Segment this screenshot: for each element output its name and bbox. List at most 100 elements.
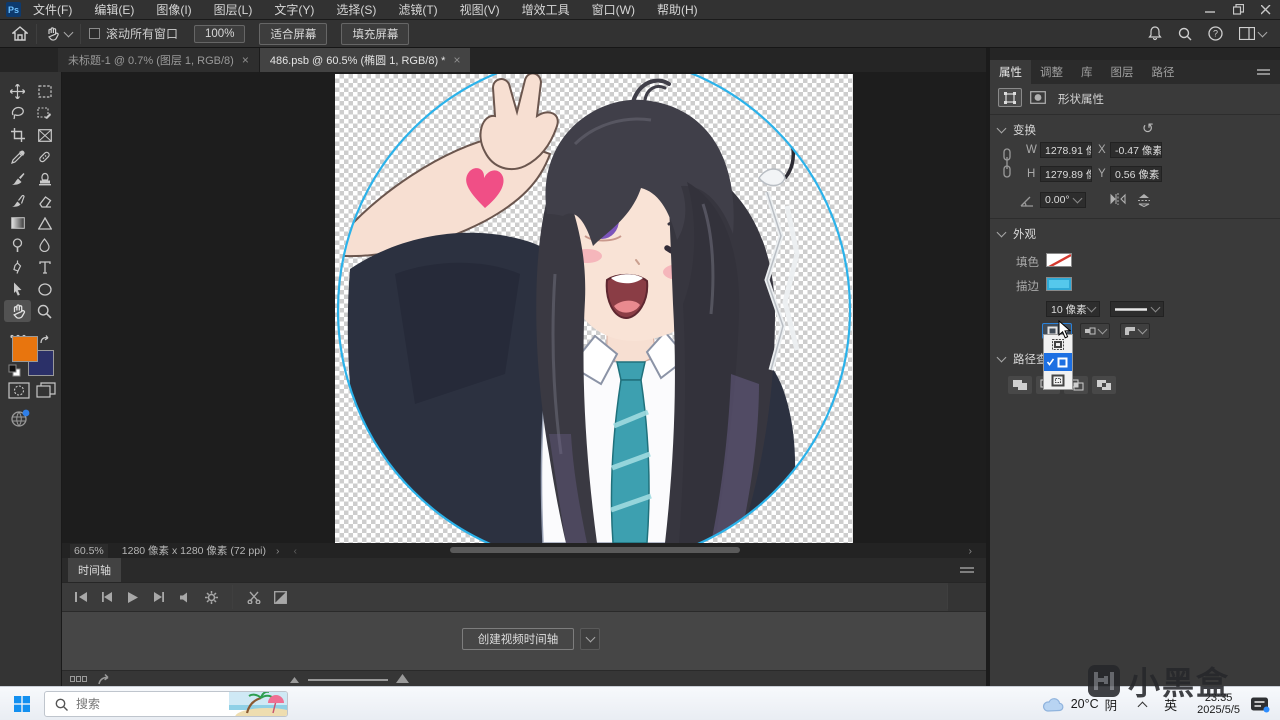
- flip-vertical-icon[interactable]: [1136, 192, 1152, 207]
- tab-adjustments[interactable]: 调整: [1031, 60, 1072, 84]
- link-dimensions-icon[interactable]: [1002, 148, 1012, 178]
- flip-horizontal-icon[interactable]: [1110, 192, 1126, 206]
- home-icon[interactable]: [12, 26, 28, 41]
- quick-mask-icon[interactable]: [8, 382, 30, 399]
- weather-cloud-icon[interactable]: [1041, 696, 1065, 713]
- menu-filter[interactable]: 滤镜(T): [398, 1, 437, 18]
- stroke-corners-dropdown[interactable]: [1120, 323, 1150, 339]
- search-input[interactable]: [74, 696, 229, 712]
- stroke-align-center-option[interactable]: [1044, 353, 1072, 371]
- fill-screen-button[interactable]: 填充屏幕: [341, 22, 410, 45]
- menu-select[interactable]: 选择(S): [336, 1, 376, 18]
- minimize-icon[interactable]: [1196, 0, 1224, 20]
- object-selection-tool[interactable]: [31, 102, 58, 124]
- shape-properties-toggle-icon[interactable]: [998, 88, 1022, 107]
- taskbar-search-box[interactable]: [44, 691, 288, 717]
- stroke-color-swatch[interactable]: [1046, 277, 1072, 291]
- smudge-tool[interactable]: [31, 234, 58, 256]
- menu-plugins[interactable]: 增效工具: [522, 1, 570, 18]
- gradient-tool[interactable]: [4, 212, 31, 234]
- healing-brush-tool[interactable]: [31, 146, 58, 168]
- mask-properties-toggle-icon[interactable]: [1026, 88, 1050, 107]
- close-tab-icon[interactable]: ×: [453, 53, 460, 67]
- swap-colors-icon[interactable]: [38, 334, 52, 348]
- screen-mode-icon[interactable]: [36, 382, 56, 399]
- canvas-pasteboard[interactable]: 60.5% 1280 像素 x 1280 像素 (72 ppi) › ‹ ›: [62, 72, 986, 558]
- default-colors-icon[interactable]: [8, 364, 21, 377]
- zoom-level-field[interactable]: 60.5%: [70, 543, 108, 558]
- transition-icon[interactable]: [267, 586, 293, 608]
- height-field[interactable]: 1279.89 像: [1040, 166, 1092, 182]
- y-field[interactable]: 0.56 像素: [1110, 166, 1162, 182]
- panel-menu-icon[interactable]: [1257, 68, 1270, 76]
- notifications-bell-icon[interactable]: [1148, 26, 1162, 41]
- scroll-right-arrow-icon[interactable]: ›: [969, 545, 973, 557]
- share-live-icon[interactable]: [10, 408, 32, 428]
- create-timeline-dropdown-icon[interactable]: [580, 628, 600, 650]
- menu-type[interactable]: 文字(Y): [274, 1, 314, 18]
- ellipse-shape-tool[interactable]: [31, 278, 58, 300]
- weather-condition[interactable]: 阴: [1105, 695, 1118, 714]
- fill-color-swatch-none[interactable]: [1046, 253, 1072, 267]
- ime-language-indicator[interactable]: 英: [1164, 695, 1177, 714]
- eyedropper-tool[interactable]: [4, 146, 31, 168]
- timeline-tab[interactable]: 时间轴: [68, 558, 121, 582]
- pathfinder-combine-icon[interactable]: [1008, 376, 1032, 394]
- fit-screen-button[interactable]: 适合屏幕: [259, 22, 328, 45]
- tab-paths[interactable]: 路径: [1143, 60, 1184, 84]
- restore-icon[interactable]: [1224, 0, 1252, 20]
- timeline-zoom-in-icon[interactable]: [396, 674, 409, 683]
- menu-edit[interactable]: 编辑(E): [94, 1, 134, 18]
- document-tab-untitled[interactable]: 未标题-1 @ 0.7% (图层 1, RGB/8) ×: [58, 48, 260, 72]
- clone-stamp-tool[interactable]: [31, 168, 58, 190]
- close-icon[interactable]: [1252, 0, 1280, 20]
- hand-tool[interactable]: [4, 300, 31, 322]
- help-icon[interactable]: ?: [1208, 26, 1223, 41]
- lasso-tool[interactable]: [4, 102, 31, 124]
- reset-transform-icon[interactable]: ↺: [1142, 120, 1154, 137]
- status-options-chevron-icon[interactable]: ›: [276, 545, 280, 557]
- type-tool[interactable]: [31, 256, 58, 278]
- shape-triangle-tool[interactable]: [31, 212, 58, 234]
- menu-image[interactable]: 图像(I): [156, 1, 191, 18]
- x-field[interactable]: -0.47 像素: [1110, 142, 1162, 158]
- menu-window[interactable]: 窗口(W): [592, 1, 635, 18]
- first-frame-icon[interactable]: [68, 586, 94, 608]
- width-field[interactable]: 1278.91 像: [1040, 142, 1092, 158]
- move-tool[interactable]: [4, 80, 31, 102]
- dodge-tool[interactable]: [4, 234, 31, 256]
- play-icon[interactable]: [120, 586, 146, 608]
- stroke-style-dropdown[interactable]: [1110, 301, 1164, 317]
- stroke-width-field[interactable]: 10 像素: [1046, 301, 1100, 317]
- horizontal-scrollbar-thumb[interactable]: [450, 547, 740, 553]
- weather-temp[interactable]: 20°C: [1071, 697, 1099, 711]
- stroke-caps-dropdown[interactable]: [1080, 323, 1110, 339]
- path-selection-tool[interactable]: [4, 278, 31, 300]
- close-tab-icon[interactable]: ×: [242, 53, 249, 67]
- pathfinder-exclude-icon[interactable]: [1092, 376, 1116, 394]
- zoom-tool[interactable]: [31, 300, 58, 322]
- tab-properties[interactable]: 属性: [990, 60, 1031, 84]
- brush-tool[interactable]: [4, 168, 31, 190]
- marquee-tool[interactable]: [31, 80, 58, 102]
- search-highlight-beach-image[interactable]: [229, 691, 287, 717]
- angle-field[interactable]: 0.00°: [1040, 192, 1086, 208]
- document-tab-486psb[interactable]: 486.psb @ 60.5% (椭圆 1, RGB/8) * ×: [259, 48, 471, 72]
- menu-file[interactable]: 文件(F): [33, 1, 72, 18]
- split-clip-scissors-icon[interactable]: [241, 586, 267, 608]
- menu-help[interactable]: 帮助(H): [657, 1, 698, 18]
- previous-frame-icon[interactable]: [94, 586, 120, 608]
- start-button-icon[interactable]: [14, 696, 30, 712]
- zoom-100-button[interactable]: 100%: [194, 24, 246, 43]
- history-brush-tool[interactable]: [4, 190, 31, 212]
- tab-libraries[interactable]: 库: [1072, 60, 1102, 84]
- tray-expand-chevron-icon[interactable]: [1137, 701, 1148, 711]
- pen-tool[interactable]: [4, 256, 31, 278]
- frame-tool[interactable]: [31, 124, 58, 146]
- stroke-align-outside-option[interactable]: [1044, 371, 1072, 389]
- tab-layers[interactable]: 图层: [1102, 60, 1143, 84]
- hand-tool-preset-icon[interactable]: [45, 26, 74, 41]
- menu-layer[interactable]: 图层(L): [214, 1, 253, 18]
- export-share-arrow-icon[interactable]: [98, 673, 114, 685]
- eraser-tool[interactable]: [31, 190, 58, 212]
